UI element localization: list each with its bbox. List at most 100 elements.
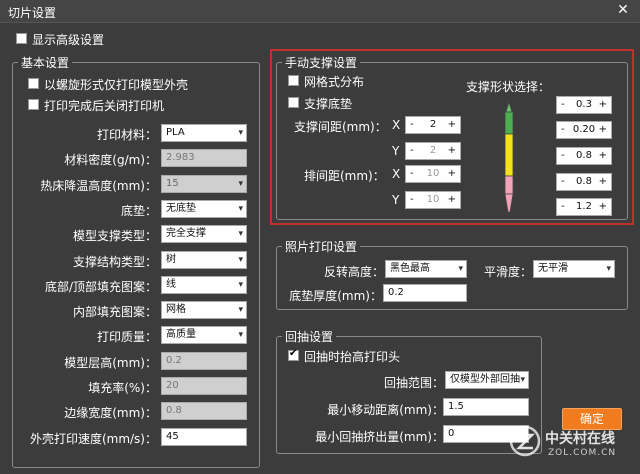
ok-button[interactable]: 确定: [562, 408, 622, 430]
chevron-down-icon: ▾: [238, 279, 243, 290]
row-y-stepper[interactable]: - 10 +: [405, 191, 461, 209]
setting-label: 填充率(%)：: [88, 381, 157, 395]
support-shape-label: 支撑形状选择：: [466, 80, 551, 94]
select-value: 黑色最高: [390, 263, 430, 274]
setting-select[interactable]: 树 ▾: [161, 250, 247, 269]
setting-label: 边缘宽度(mm)：: [64, 406, 157, 421]
grid-distribution-label: 网格式分布: [304, 75, 365, 89]
support-base-label: 支撑底垫: [304, 97, 353, 111]
chevron-down-icon: ▾: [238, 128, 243, 138]
increment-button[interactable]: +: [599, 199, 607, 215]
support-shape-icon: [504, 100, 514, 213]
increment-button[interactable]: +: [448, 143, 456, 159]
setting-label: 底部/顶部填充图案：: [44, 279, 157, 294]
increment-button[interactable]: +: [448, 192, 456, 208]
setting-label: 支撑结构类型：: [72, 254, 157, 269]
setting-input[interactable]: 45: [161, 427, 247, 446]
basic-settings-legend: 基本设置: [18, 54, 73, 71]
setting-input[interactable]: 2.983: [161, 149, 247, 168]
zol-logo-icon: [509, 425, 541, 457]
select-value: 网格: [166, 304, 186, 316]
watermark-text: 中关村在线: [545, 431, 615, 447]
increment-button[interactable]: +: [599, 174, 607, 190]
setting-label: 底垫：: [120, 203, 157, 218]
support-shape-stepper[interactable]: -0.8 +: [556, 147, 612, 165]
chevron-down-icon: ▾: [458, 264, 463, 274]
spacing-x-label: X: [392, 118, 401, 132]
setting-label: 热床降温高度(mm)：: [40, 178, 157, 193]
setting-label: 内部填充图案：: [72, 305, 157, 320]
retract-range-select[interactable]: 仅模型外部回抽 ▾: [445, 371, 529, 389]
increment-button[interactable]: +: [599, 148, 607, 164]
min-move-label: 最小移动距离(mm)：: [327, 403, 444, 417]
window-title: 切片设置: [8, 6, 57, 20]
spacing-y-stepper[interactable]: - 2 +: [405, 142, 461, 160]
setting-select[interactable]: 网格 ▾: [161, 301, 247, 320]
retract-range-label: 回抽范围：: [383, 376, 444, 390]
setting-label: 模型层高(mm)：: [64, 355, 157, 370]
support-shape-stepper[interactable]: -0.8 +: [556, 173, 612, 191]
select-value: 高质量: [166, 329, 196, 341]
smoothness-label: 平滑度：: [483, 265, 532, 279]
min-extrude-label: 最小回抽挤出量(mm)：: [315, 430, 444, 444]
row-spacing-label: 排间距(mm)：: [304, 169, 385, 183]
invert-height-select[interactable]: 黑色最高 ▾: [385, 260, 467, 278]
spiral-checkbox[interactable]: [28, 78, 39, 89]
support-shape-stepper[interactable]: -0.3 +: [556, 96, 612, 114]
shutdown-label: 打印完成后关闭打印机: [44, 99, 165, 113]
setting-select[interactable]: 15 ▾: [161, 174, 247, 193]
increment-button[interactable]: +: [599, 122, 607, 138]
setting-label: 打印质量：: [96, 330, 157, 345]
show-advanced-checkbox[interactable]: [16, 33, 27, 44]
close-icon[interactable]: ✕: [612, 1, 634, 19]
shutdown-checkbox[interactable]: [28, 99, 39, 110]
select-value: 线: [166, 278, 176, 290]
lift-head-checkbox[interactable]: [288, 348, 299, 361]
select-value: 15: [166, 177, 179, 189]
spacing-x-stepper[interactable]: - 2 +: [405, 116, 461, 134]
increment-button[interactable]: +: [599, 97, 607, 113]
select-value: 仅模型外部回抽: [450, 374, 520, 385]
photo-print-legend: 照片打印设置: [282, 238, 361, 255]
setting-label: 模型支撑类型：: [72, 229, 157, 244]
base-thickness-input[interactable]: 0.2: [383, 284, 467, 302]
chevron-down-icon: ▾: [238, 203, 243, 214]
setting-select[interactable]: 线 ▾: [161, 275, 247, 294]
row-y-label: Y: [392, 193, 400, 207]
support-base-checkbox[interactable]: [288, 97, 299, 108]
support-shape-stepper[interactable]: -0.20 +: [556, 121, 612, 139]
grid-distribution-checkbox[interactable]: [288, 75, 299, 86]
setting-select[interactable]: PLA ▾: [161, 124, 247, 142]
chevron-down-icon: ▾: [238, 229, 243, 240]
setting-input[interactable]: 0.8: [161, 402, 247, 421]
base-thickness-label: 底垫厚度(mm)：: [289, 289, 382, 303]
setting-select[interactable]: 完全支撑 ▾: [161, 225, 247, 244]
lift-head-label: 回抽时抬高打印头: [304, 350, 401, 364]
setting-input[interactable]: 0.2: [161, 351, 247, 370]
chevron-down-icon: ▾: [238, 178, 243, 189]
min-move-input[interactable]: 1.5: [443, 398, 529, 416]
watermark-subtext: ZOL.COM.CN: [548, 448, 617, 458]
title-bar: [0, 0, 640, 23]
retraction-legend: 回抽设置: [282, 328, 337, 345]
setting-input[interactable]: 20: [161, 377, 247, 395]
setting-select[interactable]: 无底垫 ▾: [161, 199, 247, 218]
setting-label: 打印材料：: [96, 128, 157, 142]
increment-button[interactable]: +: [448, 117, 456, 133]
show-advanced-label: 显示高级设置: [32, 33, 105, 47]
row-x-stepper[interactable]: - 10 +: [405, 165, 461, 183]
spiral-label: 以螺旋形式仅打印模型外壳: [44, 78, 189, 92]
chevron-down-icon: ▾: [238, 254, 243, 265]
select-value: 树: [166, 253, 176, 265]
increment-button[interactable]: +: [448, 166, 456, 182]
support-shape-stepper[interactable]: -1.2 +: [556, 198, 612, 216]
chevron-down-icon: ▾: [520, 375, 525, 385]
manual-support-legend: 手动支撑设置: [282, 54, 361, 71]
setting-label: 材料密度(g/m)：: [64, 153, 157, 168]
setting-select[interactable]: 高质量 ▾: [161, 326, 247, 345]
chevron-down-icon: ▾: [606, 264, 611, 274]
select-value: 无底垫: [166, 202, 196, 214]
select-value: 无平滑: [538, 263, 568, 274]
invert-height-label: 反转高度：: [323, 265, 384, 279]
smoothness-select[interactable]: 无平滑 ▾: [533, 260, 615, 278]
